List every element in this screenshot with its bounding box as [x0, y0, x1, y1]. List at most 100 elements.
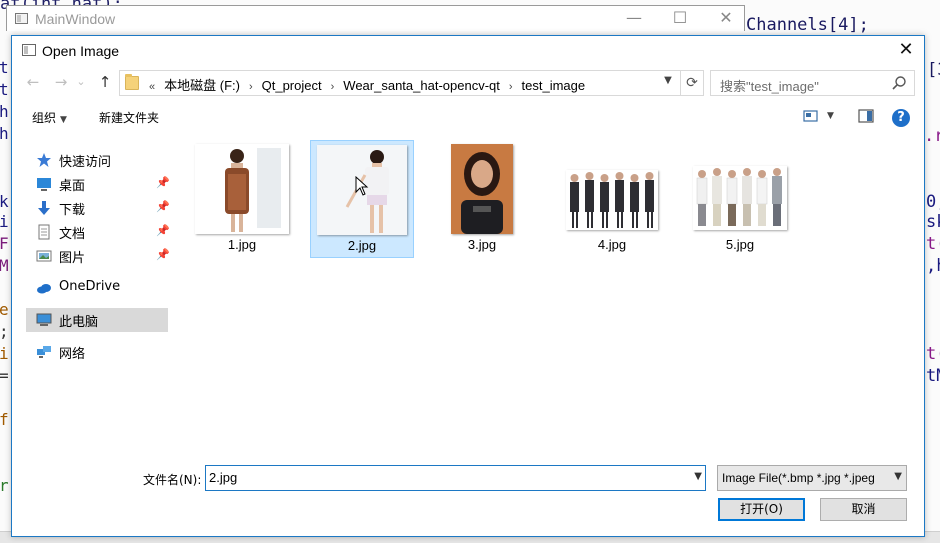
main-window-title: MainWindow [35, 11, 116, 27]
code-fragment: ,h [926, 256, 940, 276]
code-char: t [0, 58, 9, 77]
navigation-pane: 快速访问 桌面 📌 下载 📌 文档 📌 图片 📌 OneDrive 此电脑 网络 [12, 146, 177, 376]
desktop-icon [37, 178, 51, 191]
search-icon[interactable] [891, 75, 907, 91]
code-fragment: sk [926, 212, 940, 232]
code-fragment: t( [926, 344, 940, 364]
chevron-right-icon[interactable]: › [244, 81, 258, 93]
code-char: i [0, 344, 9, 363]
file-item[interactable]: 1.jpg [190, 140, 294, 258]
code-char: t [0, 80, 9, 99]
sidebar-item-label: 文档 [59, 227, 86, 242]
folder-icon [125, 74, 139, 90]
sidebar-item-label: OneDrive [59, 279, 121, 294]
view-mode-icon[interactable] [803, 109, 819, 123]
dialog-title: Open Image [42, 43, 120, 59]
code-fragment: [3 [927, 60, 940, 80]
dialog-icon [22, 44, 36, 56]
preview-pane-icon[interactable] [858, 109, 874, 123]
chevron-down-icon[interactable]: ▼ [694, 471, 702, 482]
new-folder-button[interactable]: 新建文件夹 [99, 109, 159, 126]
up-button[interactable]: ↑ [94, 71, 116, 93]
recent-locations-button[interactable]: ⌄ [74, 71, 88, 93]
file-name: 5.jpg [725, 237, 755, 252]
breadcrumb-test-image[interactable]: test_image [518, 78, 590, 93]
sidebar-item-label: 桌面 [59, 179, 86, 194]
pin-icon[interactable]: 📌 [156, 248, 170, 261]
filename-label: 文件名(N): [143, 473, 202, 487]
code-fragment: t( [926, 234, 940, 254]
file-item[interactable]: 3.jpg [430, 140, 534, 258]
sidebar-item-this-pc[interactable]: 此电脑 [26, 308, 168, 332]
window-icon [15, 13, 28, 24]
code-char: F [0, 234, 9, 253]
help-icon[interactable]: ? [892, 109, 910, 127]
breadcrumb-drive[interactable]: 本地磁盘 (F:) [160, 75, 244, 94]
mouse-cursor-icon [355, 176, 369, 196]
file-name: 4.jpg [597, 237, 627, 252]
file-name: 1.jpg [227, 237, 257, 252]
filetype-select[interactable]: Image File(*.bmp *.jpg *.jpeg ▼ [717, 465, 907, 491]
code-char: i [0, 212, 9, 231]
breadcrumb-wear-santa-hat[interactable]: Wear_santa_hat-opencv-qt [339, 78, 504, 93]
code-fragment: .r [924, 126, 940, 146]
filename-input[interactable]: 2.jpg ▼ [205, 465, 706, 491]
minimize-button[interactable]: — [611, 8, 657, 30]
refresh-icon[interactable]: ⟳ [680, 71, 703, 95]
chevron-right-icon[interactable]: › [326, 81, 340, 93]
chevron-right-icon[interactable]: › [504, 81, 518, 93]
cancel-button[interactable]: 取消 [820, 498, 907, 521]
star-icon [37, 153, 51, 167]
sidebar-item-label: 图片 [59, 251, 86, 266]
maximize-button[interactable]: ☐ [657, 8, 703, 30]
file-item[interactable]: 2.jpg [310, 140, 414, 258]
main-window-titlebar: MainWindow — ☐ ✕ [6, 5, 745, 31]
address-dropdown-icon[interactable]: ▼ [658, 75, 678, 86]
sidebar-item-desktop[interactable]: 桌面 📌 [26, 172, 170, 196]
pin-icon[interactable]: 📌 [156, 176, 170, 189]
sidebar-item-network[interactable]: 网络 [26, 340, 170, 364]
code-fragment: 0, [926, 192, 940, 212]
sidebar-item-label: 快速访问 [59, 155, 112, 170]
image-thumbnail [566, 170, 658, 230]
image-thumbnail [693, 166, 787, 230]
open-image-dialog: Open Image ✕ ← → ⌄ ↑ «本地磁盘 (F:) › Qt_proje… [11, 35, 925, 537]
code-char: h [0, 124, 9, 143]
organize-label: 组织 [32, 111, 57, 125]
code-char: = [0, 366, 9, 385]
image-thumbnail [451, 144, 513, 234]
view-dropdown-icon[interactable]: ▼ [827, 111, 834, 121]
document-icon [38, 224, 50, 240]
code-fragment: tM [926, 366, 940, 386]
back-button[interactable]: ← [22, 71, 44, 93]
computer-icon [36, 313, 52, 326]
search-box[interactable]: 搜索"test_image" [710, 70, 915, 96]
pin-icon[interactable]: 📌 [156, 200, 170, 213]
open-button[interactable]: 打开(O) [718, 498, 805, 521]
forward-button[interactable]: → [50, 71, 72, 93]
image-thumbnail [195, 144, 289, 234]
close-button[interactable]: ✕ [703, 8, 749, 30]
chevron-down-icon[interactable]: ▼ [894, 471, 902, 482]
code-char: f [0, 410, 9, 429]
sidebar-item-onedrive[interactable]: OneDrive [26, 276, 170, 300]
dialog-close-button[interactable]: ✕ [888, 36, 924, 66]
code-char: k [0, 192, 9, 211]
address-bar[interactable]: «本地磁盘 (F:) › Qt_project › Wear_santa_hat-ope… [119, 70, 704, 96]
breadcrumb-qt-project[interactable]: Qt_project [258, 78, 326, 93]
pin-icon[interactable]: 📌 [156, 224, 170, 237]
code-char: h [0, 102, 9, 121]
network-icon [37, 346, 51, 358]
file-item[interactable]: 4.jpg [560, 140, 664, 258]
sidebar-item-quick-access[interactable]: 快速访问 [26, 148, 170, 172]
chevron-down-icon: ▼ [60, 115, 67, 125]
download-icon [38, 201, 50, 215]
sidebar-item-label: 此电脑 [59, 315, 99, 330]
sidebar-item-downloads[interactable]: 下载 📌 [26, 196, 170, 220]
organize-button[interactable]: 组织 ▼ [32, 109, 67, 126]
sidebar-item-documents[interactable]: 文档 📌 [26, 220, 170, 244]
file-item[interactable]: 5.jpg [688, 140, 792, 258]
sidebar-item-label: 下载 [59, 203, 86, 218]
sidebar-item-pictures[interactable]: 图片 📌 [26, 244, 170, 268]
breadcrumb-overflow[interactable]: « [144, 81, 160, 93]
